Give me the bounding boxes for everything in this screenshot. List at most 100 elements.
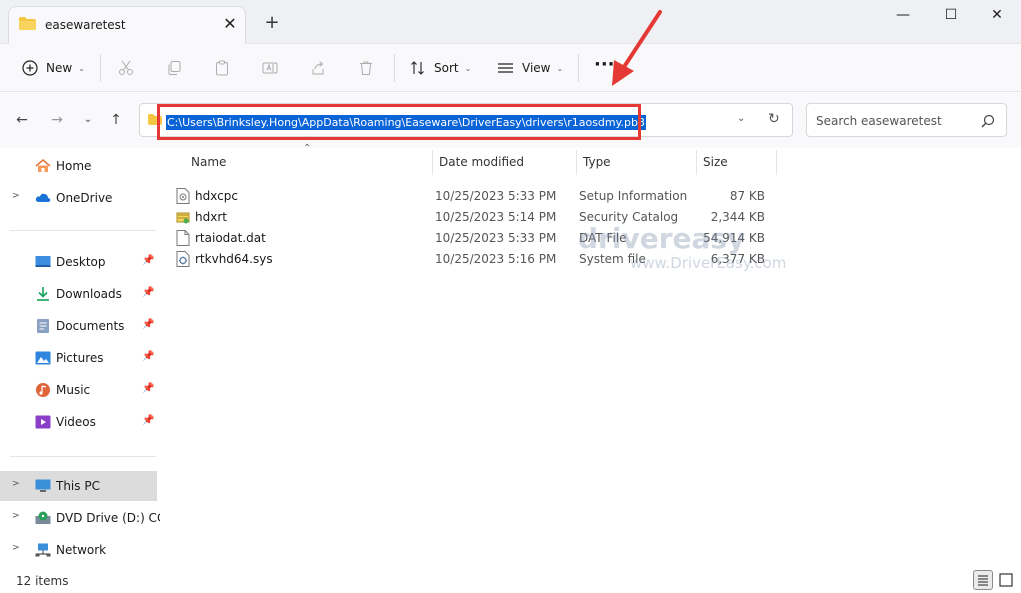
tab-close-icon[interactable]: ✕ — [220, 14, 240, 34]
chevron-right-icon[interactable]: > — [12, 511, 20, 521]
copy-button[interactable] — [166, 56, 182, 80]
folder-icon — [19, 17, 36, 30]
details-view-button[interactable] — [973, 570, 993, 590]
pictures-icon — [35, 351, 51, 365]
status-bar: 12 items — [0, 569, 1021, 593]
file-icon — [176, 230, 190, 246]
annotation-arrow-icon — [612, 10, 662, 86]
sort-button[interactable]: Sort ⌄ — [410, 56, 471, 80]
annotation-highlight-box — [157, 104, 641, 140]
thumbnail-view-button[interactable] — [996, 570, 1016, 590]
table-row[interactable]: rtkvhd64.sys 10/25/2023 5:16 PM System f… — [170, 249, 780, 270]
delete-button[interactable] — [358, 56, 374, 80]
forward-arrow-icon[interactable]: → — [47, 110, 67, 130]
rename-icon — [262, 62, 278, 74]
sidebar-item-downloads[interactable]: Downloads 📌 — [0, 280, 157, 308]
refresh-icon[interactable]: ↻ — [768, 111, 780, 127]
address-dropdown-icon[interactable]: ⌄ — [737, 113, 745, 124]
network-icon — [35, 543, 51, 557]
close-window-button[interactable]: ✕ — [974, 0, 1020, 30]
view-list-icon — [498, 63, 513, 73]
sidebar-item-documents[interactable]: Documents 📌 — [0, 312, 157, 340]
pc-icon — [35, 479, 51, 492]
toolbar-separator — [578, 54, 579, 82]
recent-chevron-icon[interactable]: ⌄ — [78, 110, 98, 130]
sidebar-item-desktop[interactable]: Desktop 📌 — [0, 248, 157, 276]
sidebar-item-home[interactable]: Home — [0, 152, 157, 180]
pin-icon[interactable]: 📌 — [142, 351, 154, 362]
toolbar-separator — [394, 54, 395, 82]
minimize-button[interactable]: — — [880, 0, 926, 30]
sidebar-item-dvd-drive[interactable]: > DVD Drive (D:) CCC — [0, 504, 174, 532]
cloud-icon — [35, 193, 51, 202]
column-separator[interactable] — [576, 150, 577, 175]
sort-ascending-icon: ⌃ — [303, 143, 312, 154]
column-header-name[interactable]: Name — [191, 155, 226, 169]
sidebar-divider — [10, 456, 156, 457]
title-bar: easewaretest ✕ + — ☐ ✕ — [0, 0, 1021, 44]
pin-icon[interactable]: 📌 — [142, 383, 154, 394]
music-icon — [36, 383, 50, 397]
table-row[interactable]: hdxrt 10/25/2023 5:14 PM Security Catalo… — [170, 207, 780, 228]
sort-icon — [411, 61, 424, 75]
chevron-right-icon[interactable]: > — [12, 191, 20, 201]
pin-icon[interactable]: 📌 — [142, 415, 154, 426]
column-header-type[interactable]: Type — [583, 155, 611, 169]
new-tab-button[interactable]: + — [262, 13, 282, 33]
search-placeholder: Search easewaretest — [816, 114, 942, 128]
table-row[interactable]: hdxcpc 10/25/2023 5:33 PM Setup Informat… — [170, 186, 780, 207]
toolbar-separator — [100, 54, 101, 82]
chevron-down-icon: ⌄ — [556, 63, 564, 73]
chevron-down-icon: ⌄ — [78, 63, 85, 73]
videos-icon — [35, 415, 51, 429]
details-view-icon — [978, 575, 988, 586]
home-icon — [35, 159, 51, 172]
search-icon — [981, 114, 995, 128]
share-button[interactable] — [310, 56, 326, 80]
chevron-down-icon: ⌄ — [464, 63, 472, 73]
copy-icon — [168, 61, 181, 75]
new-button[interactable]: New ⌄ — [22, 56, 85, 80]
sidebar-item-network[interactable]: > Network — [0, 536, 157, 564]
back-arrow-icon[interactable]: ← — [12, 110, 32, 130]
tab-title: easewaretest — [45, 18, 126, 32]
column-separator[interactable] — [696, 150, 697, 175]
column-header-date[interactable]: Date modified — [439, 155, 524, 169]
sidebar-item-videos[interactable]: Videos 📌 — [0, 408, 157, 436]
pin-icon[interactable]: 📌 — [142, 319, 154, 330]
share-icon — [312, 61, 324, 75]
sidebar-item-onedrive[interactable]: > OneDrive — [0, 184, 157, 212]
sidebar-item-pictures[interactable]: Pictures 📌 — [0, 344, 157, 372]
maximize-button[interactable]: ☐ — [928, 0, 974, 30]
trash-icon — [360, 61, 372, 75]
search-box[interactable]: Search easewaretest — [806, 103, 1007, 137]
table-row[interactable]: rtaiodat.dat 10/25/2023 5:33 PM DAT File… — [170, 228, 780, 249]
dvd-icon — [35, 511, 51, 524]
column-separator[interactable] — [776, 150, 777, 175]
clipboard-icon — [216, 60, 228, 76]
column-separator[interactable] — [432, 150, 433, 175]
download-icon — [37, 287, 49, 301]
chevron-right-icon[interactable]: > — [12, 543, 20, 553]
sidebar-divider — [10, 230, 156, 231]
up-arrow-icon[interactable]: ↑ — [106, 110, 126, 130]
sidebar-item-music[interactable]: Music 📌 — [0, 376, 157, 404]
sidebar-item-this-pc[interactable]: > This PC — [0, 471, 157, 501]
view-button[interactable]: View ⌄ — [497, 56, 563, 80]
item-count: 12 items — [16, 574, 69, 588]
command-bar: New ⌄ Sort ⌄ View ⌄ ··· — [0, 44, 1021, 92]
cut-button[interactable] — [118, 56, 134, 80]
column-header-size[interactable]: Size — [703, 155, 728, 169]
chevron-right-icon[interactable]: > — [12, 479, 20, 489]
rename-button[interactable] — [262, 56, 278, 80]
desktop-icon — [35, 256, 51, 267]
documents-icon — [37, 319, 49, 333]
setup-info-icon — [176, 188, 190, 204]
system-file-icon — [176, 251, 190, 267]
plus-circle-icon — [22, 60, 38, 76]
tab-easewaretest[interactable]: easewaretest ✕ — [8, 6, 246, 44]
paste-button[interactable] — [214, 56, 230, 80]
pin-icon[interactable]: 📌 — [142, 255, 154, 266]
scissors-icon — [119, 60, 133, 75]
pin-icon[interactable]: 📌 — [142, 287, 154, 298]
